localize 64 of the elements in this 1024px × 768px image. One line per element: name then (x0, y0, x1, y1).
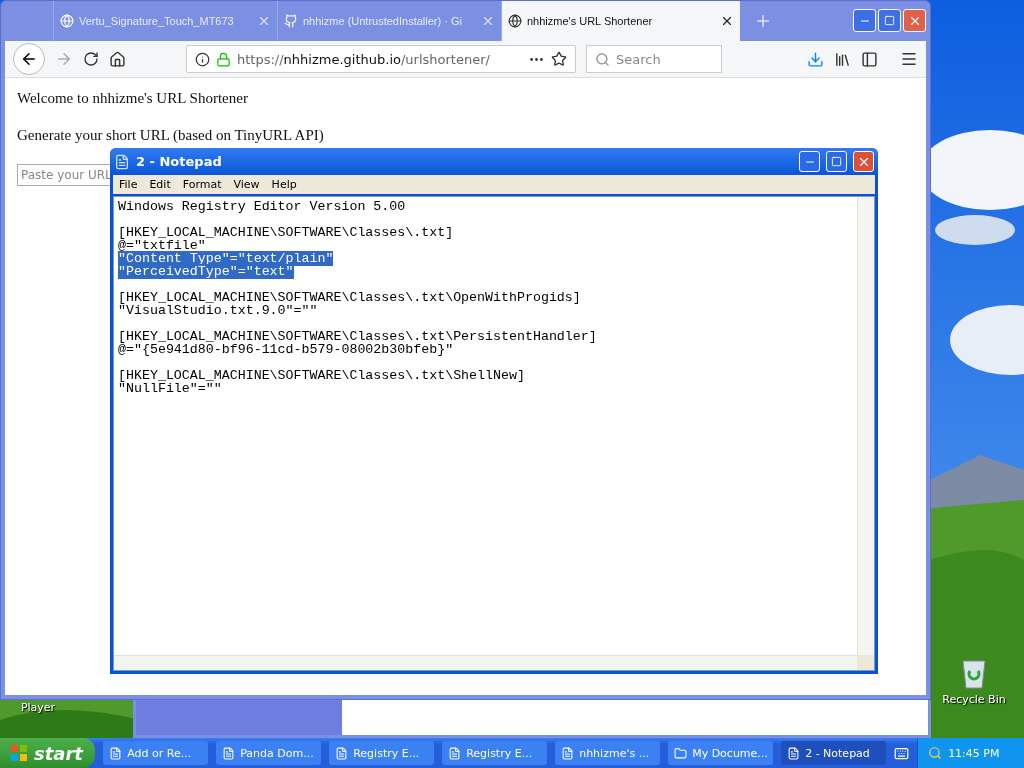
minimize-button[interactable] (799, 151, 820, 172)
browser-tab[interactable]: nhhizme's URL Shortener (501, 1, 740, 41)
keyboard-icon[interactable] (894, 745, 910, 761)
text-line: @="txtfile" (118, 238, 206, 253)
taskbar-button[interactable]: Panda Dom... (216, 741, 322, 765)
text-line: [HKEY_LOCAL_MACHINE\SOFTWARE\Classes\.txt\ShellNew] (118, 368, 525, 383)
menu-item[interactable]: Format (176, 178, 228, 191)
page-heading: Welcome to nhhizme's URL Shortener (17, 90, 249, 107)
minimize-button[interactable] (853, 9, 876, 32)
taskbar-button[interactable]: Registry E... (329, 741, 435, 765)
taskbar-button[interactable]: Registry E... (442, 741, 548, 765)
text-line: @="{5e941d80-bf96-11cd-b579-08002b30bfeb}" (118, 342, 454, 357)
icon-label: Player (20, 701, 56, 714)
close-icon[interactable] (720, 14, 734, 28)
url-text: https://nhhizme.github.io/urlshortener/ (237, 51, 491, 67)
page-subheading: Generate your short URL (based on TinyURL API) (17, 127, 325, 144)
info-icon[interactable] (195, 51, 210, 67)
search-icon (595, 51, 610, 67)
text-line: Windows Registry Editor Version 5.00 (118, 199, 406, 214)
star-icon[interactable] (551, 51, 567, 67)
taskbar-button[interactable]: Add or Re... (103, 741, 209, 765)
menu-item[interactable]: Help (265, 178, 303, 191)
maximize-icon (884, 15, 895, 26)
window-title: 2 - Notepad (136, 154, 223, 169)
text-line: "VisualStudio.txt.9.0"="" (118, 303, 318, 318)
text-line: "NullFile"="" (118, 381, 222, 396)
github-icon (284, 14, 298, 28)
menu-icon[interactable] (900, 50, 918, 68)
menu-item[interactable]: View (227, 178, 266, 191)
library-icon[interactable] (834, 50, 851, 68)
download-icon[interactable] (807, 50, 824, 68)
menu-item[interactable]: Edit (143, 178, 177, 191)
lock-icon (216, 51, 231, 67)
search-field[interactable]: Search (586, 45, 722, 73)
text-line: [HKEY_LOCAL_MACHINE\SOFTWARE\Classes\.txt\OpenWithProgids] (118, 290, 581, 305)
icon-label: Recycle Bin (942, 693, 1006, 706)
close-button[interactable] (853, 151, 874, 172)
back-button[interactable] (13, 43, 45, 75)
menu-item[interactable]: File (113, 178, 144, 191)
taskbar-button[interactable]: nhhizme's ... (555, 741, 661, 765)
reload-icon[interactable] (83, 51, 99, 67)
globe-icon (60, 14, 74, 28)
folder-icon (674, 746, 688, 760)
text-line: [HKEY_LOCAL_MACHINE\SOFTWARE\Classes\.txt] (118, 225, 454, 240)
address-bar[interactable]: https://nhhizme.github.io/urlshortener/ (186, 45, 576, 73)
start-button[interactable]: start (0, 738, 96, 768)
maximize-icon (831, 156, 842, 167)
url-input[interactable]: Paste your URL (17, 164, 110, 186)
horizontal-scrollbar[interactable] (114, 655, 857, 670)
windows-flag-icon (10, 744, 28, 762)
maximize-button[interactable] (878, 9, 901, 32)
vertical-scrollbar[interactable] (857, 197, 874, 655)
taskbar-button[interactable]: My Docume... (668, 741, 774, 765)
notepad-icon (114, 153, 130, 170)
resize-grip[interactable] (857, 655, 874, 670)
sidebar-icon[interactable] (861, 50, 878, 68)
recycle-bin-icon[interactable] (959, 657, 989, 689)
close-button[interactable] (903, 9, 926, 32)
globe-icon (508, 14, 522, 28)
taskbar-button[interactable]: 2 - Notepad (781, 741, 887, 765)
clock: 11:45 PM (948, 746, 1000, 760)
text-line: [HKEY_LOCAL_MACHINE\SOFTWARE\Classes\.txt\PersistentHandler] (118, 329, 597, 344)
home-icon[interactable] (109, 50, 126, 68)
maximize-button[interactable] (826, 151, 847, 172)
